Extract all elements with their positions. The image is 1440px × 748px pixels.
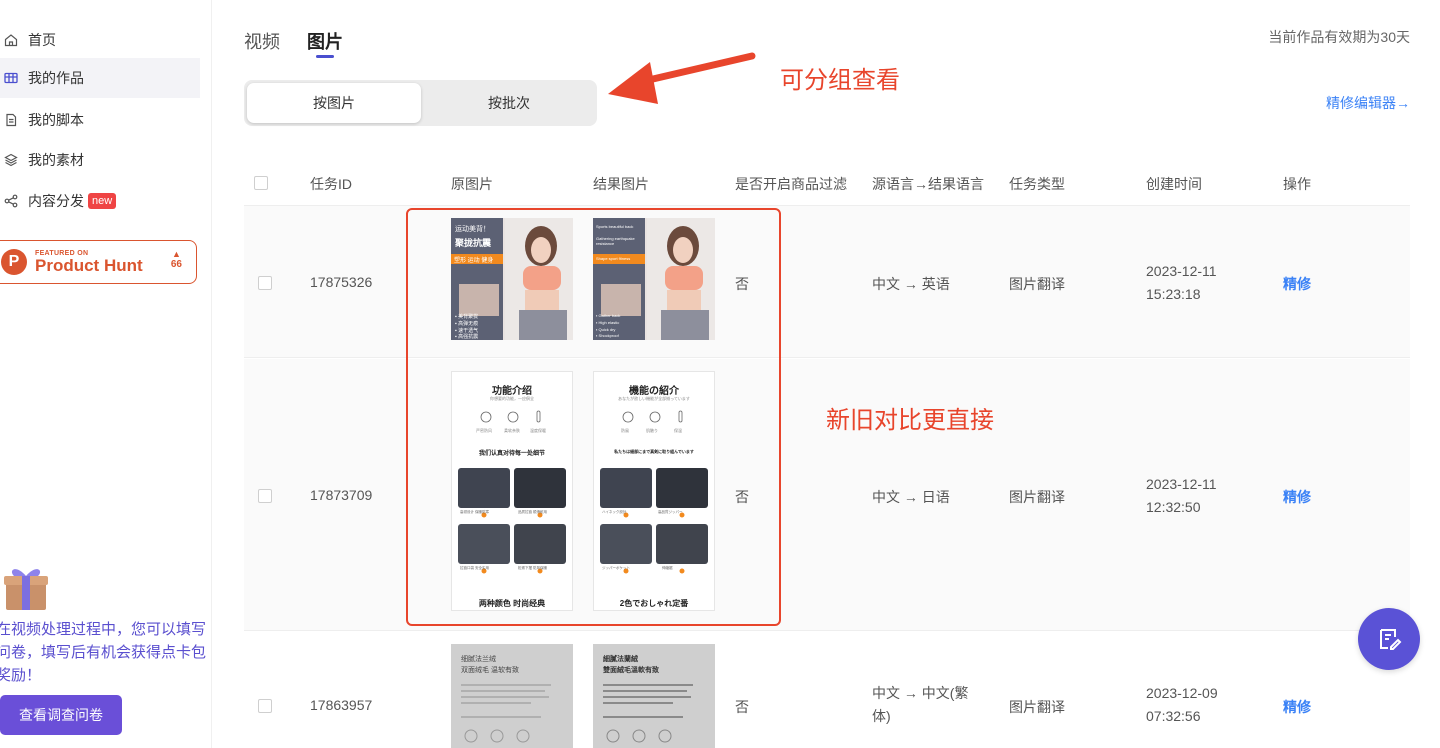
original-image[interactable]: 细腻法兰绒 双面绒毛 温软有致 [451,644,573,748]
col-task-type: 任务类型 [1009,176,1065,192]
retouch-button[interactable]: 精修 [1283,487,1311,507]
retouch-editor-link[interactable]: 精修编辑器→ [1326,93,1410,113]
annotation-compare: 新旧对比更直接 [826,407,994,434]
result-line-1: 細膩法蘭絨 [603,656,638,663]
sidebar-item-label: 我的作品 [28,70,84,86]
language-pair: 中文 → 中文(繁体) [872,685,969,724]
result-line-2: 雙面絨毛溫軟有致 [603,667,659,674]
sidebar: 首页 我的作品 我的脚本 我的素材 内容分发 new P FEATURED ON… [0,0,212,748]
orig-line-1: 细腻法兰绒 [461,656,496,663]
col-created-time: 创建时间 [1146,176,1202,192]
task-type: 图片翻译 [1009,276,1065,292]
product-hunt-logo-icon: P [1,249,27,275]
ph-name: Product Hunt [35,255,143,275]
retouch-button[interactable]: 精修 [1283,697,1311,717]
row-checkbox[interactable] [258,276,272,290]
select-all-checkbox[interactable] [254,176,268,190]
product-filter-value: 否 [735,699,749,715]
sidebar-item-label: 首页 [28,32,56,48]
created-time: 2023-12-11 12:32:50 [1146,476,1217,515]
task-type: 图片翻译 [1009,699,1065,715]
language-pair: 中文 → 英语 [872,276,950,292]
col-actions: 操作 [1283,176,1311,192]
task-type: 图片翻译 [1009,489,1065,505]
created-time: 2023-12-09 07:32:56 [1146,685,1218,724]
row-checkbox[interactable] [258,489,272,503]
sidebar-item-my-scripts[interactable]: 我的脚本 [0,100,200,140]
tab-video[interactable]: 视频 [244,28,280,54]
new-badge: new [88,193,117,209]
annotation-arrow-icon [608,52,756,104]
ph-votes: ▲ 66 [171,249,182,270]
table-header: 任务ID 原图片 结果图片 是否开启商品过滤 源语言→结果语言 任务类型 创建时… [244,162,1410,206]
home-icon [4,33,18,47]
gift-icon [2,560,50,612]
result-image[interactable]: 細膩法蘭絨 雙面絨毛溫軟有致 [593,644,715,748]
row-checkbox[interactable] [258,699,272,713]
col-product-filter: 是否开启商品过滤 [735,176,847,192]
segment-by-image[interactable]: 按图片 [247,83,421,123]
task-id: 17873709 [310,487,373,503]
sidebar-item-home[interactable]: 首页 [0,20,200,60]
col-language: 源语言→结果语言 [872,176,984,192]
orig-line-2: 双面绒毛 温软有致 [461,667,519,674]
edit-note-icon [1380,629,1402,650]
sidebar-item-label: 我的素材 [28,152,84,168]
view-mode-segment: 按图片 按批次 [244,80,597,126]
text-block-graphic [461,684,551,743]
sidebar-item-distribution[interactable]: 内容分发 new [0,181,200,221]
retouch-button[interactable]: 精修 [1283,274,1311,294]
table-row: 17863957 细腻法兰绒 双面绒毛 温软有致 細膩法蘭絨 雙面絨毛溫軟有致 [244,632,1410,748]
script-icon [4,113,18,127]
annotation-group-view: 可分组查看 [780,67,900,94]
share-icon [4,194,18,208]
task-id: 17863957 [310,697,373,713]
active-tab-indicator [316,55,334,58]
task-id: 17875326 [310,274,373,290]
created-time: 2023-12-11 15:23:18 [1146,263,1217,302]
sidebar-item-label: 我的脚本 [28,112,84,128]
col-task-id: 任务ID [310,176,352,192]
sidebar-item-my-works[interactable]: 我的作品 [0,58,200,98]
view-survey-button[interactable]: 查看调查问卷 [0,695,122,735]
sidebar-item-my-materials[interactable]: 我的素材 [0,140,200,180]
comparison-highlight-box [406,208,781,626]
segment-by-batch[interactable]: 按批次 [424,83,594,123]
col-original-image: 原图片 [451,176,493,192]
col-result-image: 结果图片 [593,176,649,192]
validity-notice: 当前作品有效期为30天 [1268,29,1410,45]
upvote-icon: ▲ [171,249,181,259]
text-block-graphic [603,684,693,743]
tab-image[interactable]: 图片 [307,28,343,54]
layers-icon [4,153,18,167]
sidebar-item-label: 内容分发 [28,193,84,209]
survey-promo-text: 在视频处理过程中，您可以填写问卷，填写后有机会获得点卡包奖励！ [0,621,207,684]
ph-vote-count: 66 [170,259,182,270]
feedback-fab-button[interactable] [1358,608,1420,670]
product-hunt-badge[interactable]: P FEATURED ON Product Hunt ▲ 66 [0,240,197,284]
works-icon [4,71,18,85]
language-pair: 中文 → 日语 [872,489,950,505]
